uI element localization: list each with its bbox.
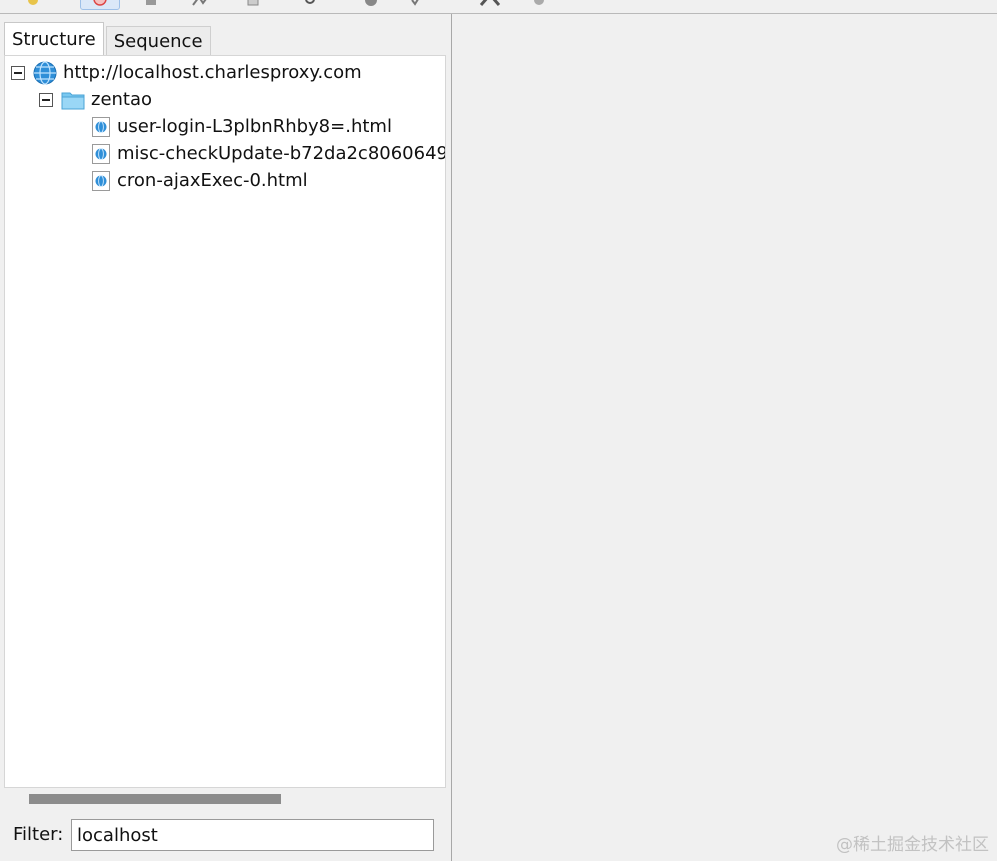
- search-icon[interactable]: [300, 0, 322, 10]
- tree-host-node[interactable]: http://localhost.charlesproxy.com: [11, 59, 362, 86]
- tools-icon[interactable]: [478, 0, 500, 10]
- tree-file-node[interactable]: cron-ajaxExec-0.html: [91, 167, 308, 194]
- web-file-icon: [91, 170, 111, 192]
- breakpoints-icon[interactable]: [190, 0, 212, 10]
- scrollbar-thumb[interactable]: [29, 794, 281, 804]
- tree-folder-node[interactable]: zentao: [39, 86, 152, 113]
- settings-gear-icon[interactable]: [528, 0, 550, 10]
- record-button[interactable]: [80, 0, 120, 10]
- folder-icon: [61, 90, 85, 110]
- globe-icon: [33, 60, 57, 85]
- collapse-toggle-icon[interactable]: [11, 65, 25, 80]
- tree-file-node[interactable]: misc-checkUpdate-b72da2c80606490: [91, 140, 446, 167]
- horizontal-scrollbar[interactable]: [4, 788, 446, 810]
- filter-input[interactable]: [71, 819, 434, 851]
- tab-structure[interactable]: Structure: [4, 22, 104, 56]
- file-label: user-login-L3plbnRhby8=.html: [117, 116, 392, 137]
- filter-label: Filter:: [13, 824, 64, 845]
- left-panel: Structure Sequence http://localhost.char…: [0, 14, 452, 861]
- file-label: misc-checkUpdate-b72da2c80606490: [117, 143, 446, 164]
- web-file-icon: [91, 116, 111, 138]
- file-label: cron-ajaxExec-0.html: [117, 170, 308, 191]
- throttle-icon[interactable]: [140, 0, 162, 10]
- web-file-icon: [91, 143, 111, 165]
- tab-sequence[interactable]: Sequence: [105, 26, 211, 56]
- collapse-toggle-icon[interactable]: [39, 92, 53, 107]
- view-tabs: Structure Sequence: [4, 22, 213, 56]
- clear-icon[interactable]: [242, 0, 264, 10]
- structure-tree[interactable]: http://localhost.charlesproxy.com zentao: [4, 55, 446, 788]
- watermark: @稀土掘金技术社区: [836, 835, 989, 855]
- tree-file-node[interactable]: user-login-L3plbnRhby8=.html: [91, 113, 392, 140]
- repeat-icon[interactable]: [360, 0, 382, 10]
- host-label: http://localhost.charlesproxy.com: [63, 62, 362, 83]
- detail-panel: @稀土掘金技术社区: [452, 14, 997, 861]
- validate-icon[interactable]: [405, 0, 427, 10]
- folder-label: zentao: [91, 89, 153, 110]
- pen-icon[interactable]: [22, 0, 44, 10]
- toolbar: [0, 0, 997, 14]
